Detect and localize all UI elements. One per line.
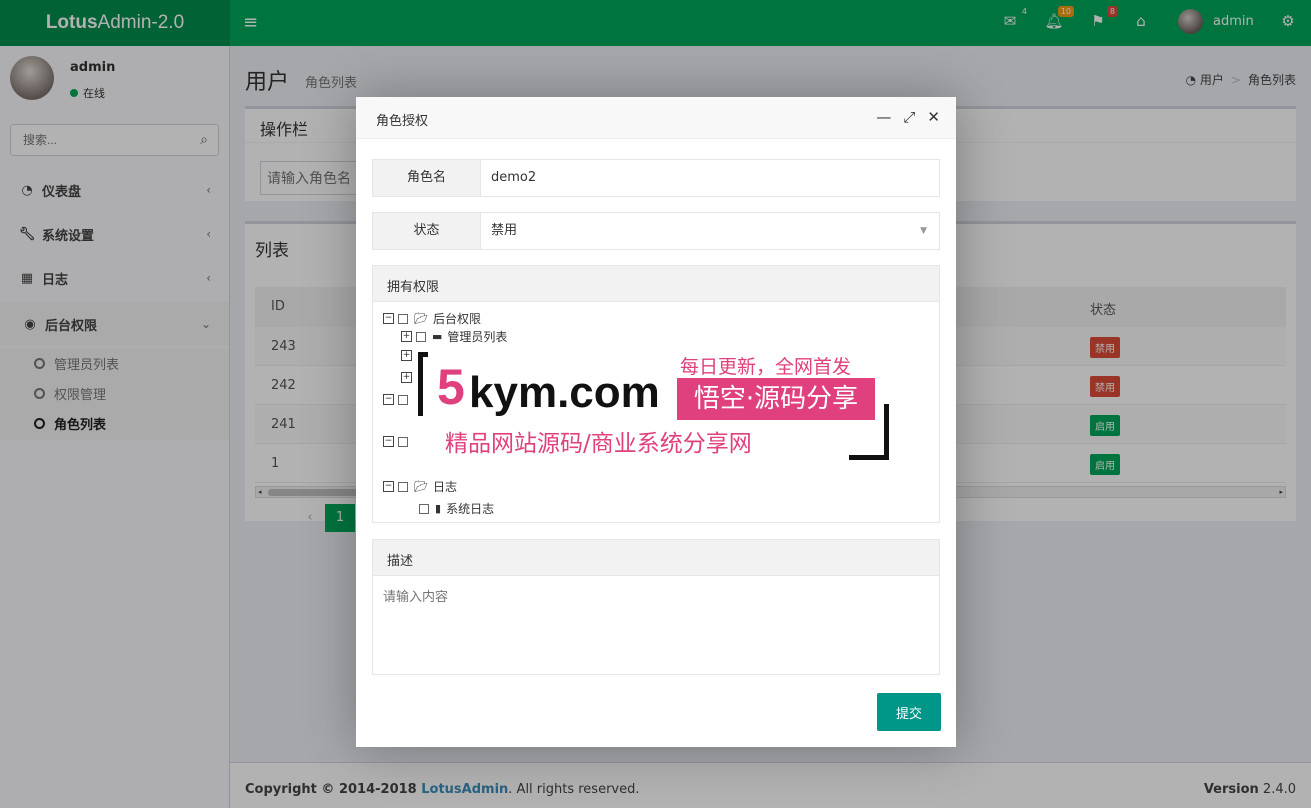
watermark-tagline-top: 每日更新，全网首发 — [680, 356, 852, 378]
status-label: 状态 — [373, 213, 481, 249]
expand-icon[interactable]: + — [401, 350, 412, 361]
tree-checkbox[interactable] — [416, 331, 426, 342]
description-title: 描述 — [373, 540, 939, 576]
role-name-field[interactable]: demo2 — [481, 160, 939, 196]
watermark-domain: kym.com — [469, 368, 660, 417]
tree-node-child[interactable]: + ▬ 管理员列表 — [401, 328, 507, 345]
tree-node-root[interactable]: − 📂︎ 后台权限 — [383, 310, 481, 327]
tree-node-label: 后台权限 — [432, 312, 481, 326]
role-name-label: 角色名 — [373, 160, 481, 196]
tree-checkbox[interactable] — [398, 394, 408, 405]
tree-checkbox[interactable] — [398, 481, 408, 492]
close-icon[interactable]: ✕ — [927, 108, 940, 126]
file-icon: ▮ — [435, 502, 442, 515]
tree-node-child[interactable]: + — [401, 350, 416, 361]
watermark-logo: 5 kym.com 每日更新，全网首发 悟空·源码分享 精品网站源码/商业系统分… — [415, 348, 895, 464]
collapse-icon[interactable]: − — [383, 313, 394, 324]
folder-icon: ▬ — [432, 330, 443, 343]
status-select-value: 禁用 — [491, 223, 518, 238]
description-textarea[interactable] — [373, 576, 939, 674]
tree-node-root[interactable]: − 📂︎ 日志 — [383, 478, 457, 495]
watermark-digit: 5 — [437, 359, 465, 415]
tree-node-label: 系统日志 — [446, 502, 495, 516]
collapse-icon[interactable]: − — [383, 481, 394, 492]
tree-node-root[interactable]: − — [383, 436, 414, 447]
tree-node-label: 日志 — [432, 480, 457, 494]
watermark-tagline-bottom: 精品网站源码/商业系统分享网 — [445, 431, 752, 457]
tree-node-child[interactable]: + — [401, 372, 416, 383]
dialog-titlebar: 角色授权 — ⤢ ✕ — [356, 97, 956, 139]
expand-icon[interactable]: + — [401, 331, 412, 342]
status-select[interactable]: 禁用 ▼ — [481, 213, 939, 249]
tree-node-leaf[interactable]: ▮ 系统日志 — [419, 500, 494, 517]
expand-icon[interactable]: + — [401, 372, 412, 383]
tree-node-root[interactable]: − — [383, 394, 414, 405]
dialog-tools: — ⤢ ✕ — [876, 108, 940, 126]
watermark-bracket-left — [418, 352, 428, 416]
collapse-icon[interactable]: − — [383, 394, 394, 405]
folder-open-icon: 📂︎ — [414, 312, 428, 325]
role-name-row: 角色名 demo2 — [372, 159, 940, 197]
tree-node-label: 管理员列表 — [447, 330, 508, 344]
tree-checkbox[interactable] — [419, 503, 429, 514]
description-panel: 描述 — [372, 539, 940, 675]
folder-open-icon: 📂︎ — [414, 480, 428, 493]
maximize-icon[interactable]: ⤢ — [903, 108, 915, 126]
permissions-title: 拥有权限 — [373, 266, 939, 302]
minimize-icon[interactable]: — — [876, 108, 891, 126]
status-row: 状态 禁用 ▼ — [372, 212, 940, 250]
caret-down-icon: ▼ — [920, 226, 927, 236]
tree-checkbox[interactable] — [398, 313, 408, 324]
dialog-title: 角色授权 — [376, 114, 429, 129]
submit-button[interactable]: 提交 — [877, 693, 941, 731]
tree-checkbox[interactable] — [398, 436, 408, 447]
collapse-icon[interactable]: − — [383, 436, 394, 447]
watermark-pill: 悟空·源码分享 — [677, 378, 875, 420]
